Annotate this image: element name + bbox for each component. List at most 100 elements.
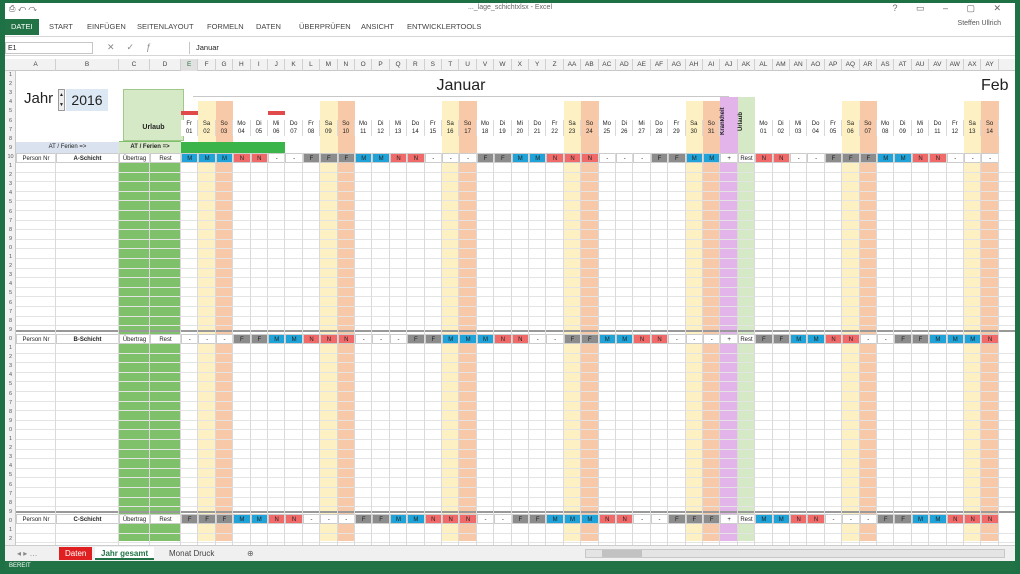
shift-cell[interactable]: M [181,153,199,163]
column-header-aa[interactable]: AA [564,59,582,71]
employee-row[interactable] [16,278,1015,288]
row-header[interactable]: 0 [5,517,16,526]
shift-cell[interactable]: - [337,514,355,524]
row-header[interactable]: 2 [5,171,16,180]
employee-row[interactable] [16,230,1015,240]
employee-row[interactable] [16,288,1015,298]
row-header[interactable]: 9 [5,144,16,153]
column-header-ac[interactable]: AC [599,59,616,71]
shift-cell[interactable]: - [198,334,216,344]
shift-cell[interactable]: - [181,334,199,344]
column-header-s[interactable]: S [425,59,442,71]
column-header-q[interactable]: Q [390,59,408,71]
row-header[interactable]: 9 [5,326,16,335]
shift-cell[interactable]: - [964,153,982,163]
column-header-ah[interactable]: AH [686,59,703,71]
row-header[interactable]: 9 [5,417,16,426]
formula-buttons[interactable]: ✕✓ƒ [107,42,163,53]
shift-cell[interactable]: M [459,334,477,344]
shift-cell[interactable]: F [476,153,495,163]
ribbon-tab-start[interactable]: START [45,19,77,35]
shift-cell[interactable]: M [755,514,773,524]
shift-cell[interactable]: - [529,334,547,344]
column-header-ai[interactable]: AI [703,59,721,71]
window-controls[interactable]: ? ▭ – ▢ ✕ [892,3,1009,14]
column-header-f[interactable]: F [198,59,216,71]
column-header-ak[interactable]: AK [738,59,756,71]
column-header-au[interactable]: AU [912,59,930,71]
row-header[interactable]: 1 [5,435,16,444]
cells-area[interactable]: Jahr ▲ ▼ 2016 Urlaub Januar Feb Krankheit… [16,71,1015,545]
shift-cell[interactable]: F [772,334,790,344]
shift-cell[interactable]: N [511,334,529,344]
shift-cell[interactable]: N [772,153,790,163]
column-header-at[interactable]: AT [894,59,912,71]
employee-row[interactable] [16,211,1015,221]
shift-cell[interactable]: - [790,153,808,163]
shift-cell[interactable]: F [529,514,547,524]
employee-row[interactable] [16,440,1015,450]
row-header[interactable]: 4 [5,189,16,198]
shift-cell[interactable]: F [337,153,355,163]
shift-cell[interactable]: F [755,334,773,344]
shift-cell[interactable]: M [929,334,947,344]
employee-row[interactable] [16,459,1015,469]
shift-cell[interactable]: N [233,153,251,163]
add-sheet-icon[interactable]: ⊕ [241,547,260,560]
employee-row[interactable] [16,498,1015,508]
shift-cell[interactable]: - [633,514,651,524]
shift-cell[interactable]: F [877,514,895,524]
ribbon-tab-datei[interactable]: DATEI [5,19,39,35]
shift-cell[interactable]: N [981,334,999,344]
column-header-ay[interactable]: AY [981,59,999,71]
row-header[interactable]: 2 [5,444,16,453]
sheet-tab-monat-druck[interactable]: Monat Druck [163,547,220,560]
employee-row[interactable] [16,317,1015,327]
shift-cell[interactable]: N [842,334,860,344]
shift-cell[interactable]: F [650,153,669,163]
row-header[interactable]: 9 [5,508,16,517]
shift-cell[interactable]: N [807,514,825,524]
year-spinner[interactable]: ▲ ▼ [58,89,65,111]
shift-cell[interactable]: - [703,334,721,344]
shift-cell[interactable]: F [233,334,251,344]
shift-cell[interactable]: F [320,153,338,163]
column-header-g[interactable]: G [216,59,234,71]
shift-cell[interactable]: N [389,153,408,163]
row-header[interactable]: 6 [5,208,16,217]
shift-cell[interactable]: F [424,334,442,344]
shift-cell[interactable]: N [546,153,564,163]
row-header[interactable]: 5 [5,198,16,207]
shift-cell[interactable]: N [442,514,460,524]
shift-cell[interactable]: M [877,153,895,163]
shift-cell[interactable]: M [285,334,303,344]
employee-row[interactable] [16,411,1015,421]
sheet-nav-arrows[interactable]: ◂ ▸ … [11,547,43,560]
row-header[interactable]: 5 [5,380,16,389]
row-header[interactable]: 7 [5,217,16,226]
row-header[interactable]: 5 [5,107,16,116]
employee-row[interactable] [16,469,1015,479]
shift-cell[interactable]: M [233,514,251,524]
shift-cell[interactable]: - [685,334,703,344]
row-header[interactable]: 4 [5,462,16,471]
column-header-al[interactable]: AL [755,59,773,71]
row-header[interactable]: 8 [5,317,16,326]
shift-cell[interactable]: F [511,514,529,524]
shift-cell[interactable]: N [633,334,651,344]
shift-cell[interactable]: M [964,334,982,344]
column-header-d[interactable]: D [150,59,181,71]
column-header-w[interactable]: W [494,59,512,71]
shift-cell[interactable]: - [859,514,877,524]
year-value[interactable]: 2016 [66,89,108,111]
shift-cell[interactable]: N [424,514,442,524]
shift-cell[interactable]: - [285,153,303,163]
column-header-as[interactable]: AS [877,59,895,71]
shift-cell[interactable]: M [250,514,268,524]
shift-cell[interactable]: M [929,514,947,524]
column-header-b[interactable]: B [56,59,119,71]
column-header-u[interactable]: U [459,59,477,71]
column-header-z[interactable]: Z [546,59,564,71]
shift-cell[interactable]: F [181,514,199,524]
sheet-tab-daten[interactable]: Daten [59,547,93,560]
